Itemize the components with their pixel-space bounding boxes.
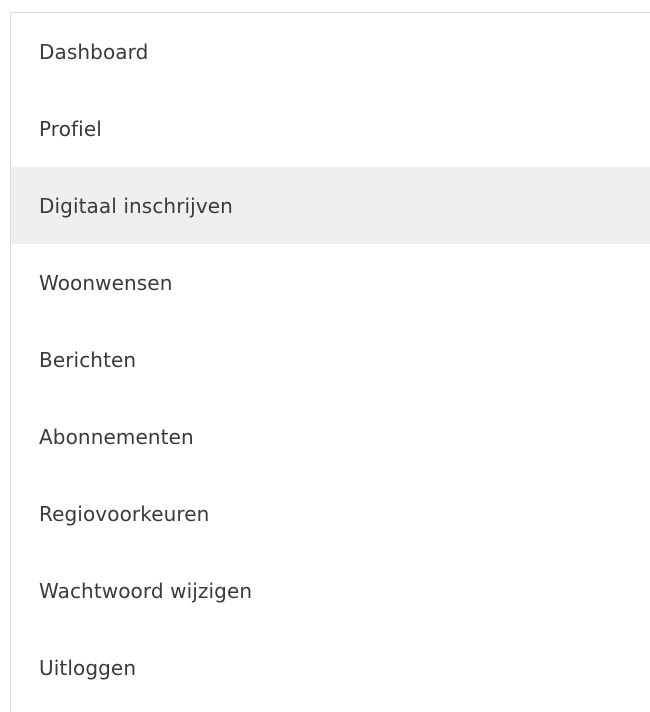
menu-item-label: Regiovoorkeuren bbox=[39, 501, 210, 526]
menu-item-abonnementen[interactable]: Abonnementen bbox=[11, 398, 650, 475]
menu-item-label: Digitaal inschrijven bbox=[39, 193, 233, 218]
menu-item-label: Abonnementen bbox=[39, 424, 194, 449]
menu-item-dashboard[interactable]: Dashboard bbox=[11, 13, 650, 90]
menu-item-wachtwoord-wijzigen[interactable]: Wachtwoord wijzigen bbox=[11, 552, 650, 629]
menu-list: Dashboard Profiel Digitaal inschrijven W… bbox=[11, 13, 650, 706]
menu-item-label: Uitloggen bbox=[39, 655, 137, 680]
menu-item-label: Dashboard bbox=[39, 39, 149, 64]
menu-item-digitaal-inschrijven[interactable]: Digitaal inschrijven bbox=[11, 167, 650, 244]
menu-item-profiel[interactable]: Profiel bbox=[11, 90, 650, 167]
menu-item-uitloggen[interactable]: Uitloggen bbox=[11, 629, 650, 706]
menu-item-label: Berichten bbox=[39, 347, 137, 372]
menu-item-label: Profiel bbox=[39, 116, 102, 141]
menu-item-label: Woonwensen bbox=[39, 270, 173, 295]
menu-item-berichten[interactable]: Berichten bbox=[11, 321, 650, 398]
menu-item-label: Wachtwoord wijzigen bbox=[39, 578, 253, 603]
account-menu: Dashboard Profiel Digitaal inschrijven W… bbox=[10, 12, 650, 712]
menu-item-woonwensen[interactable]: Woonwensen bbox=[11, 244, 650, 321]
menu-item-regiovoorkeuren[interactable]: Regiovoorkeuren bbox=[11, 475, 650, 552]
